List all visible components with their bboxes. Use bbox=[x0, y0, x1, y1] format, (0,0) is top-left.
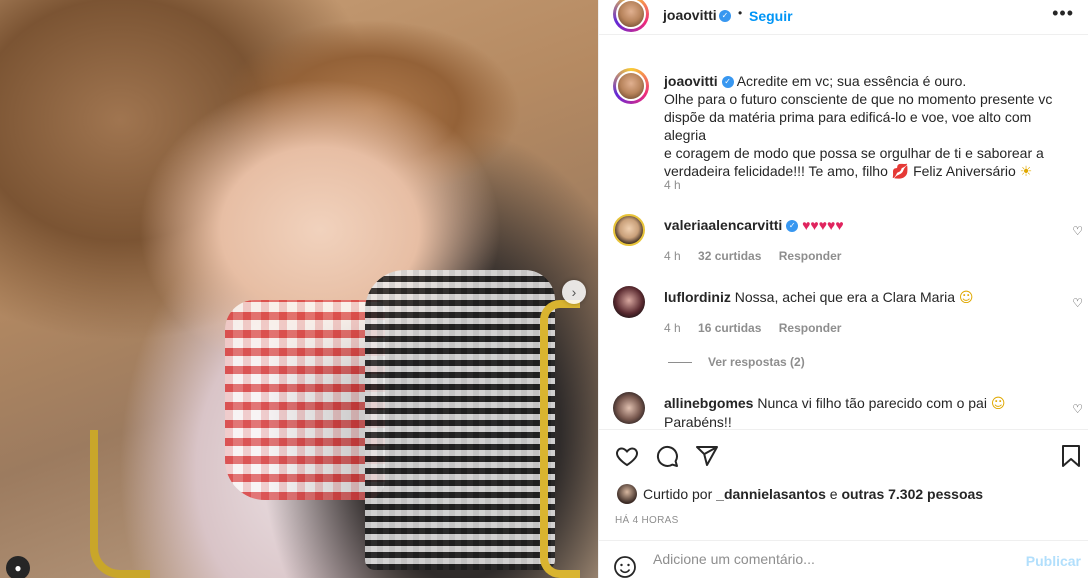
commenter-avatar[interactable] bbox=[613, 286, 645, 318]
comment-text-line-2: Parabéns!! bbox=[664, 414, 732, 429]
replies-line bbox=[668, 362, 692, 364]
reply-button[interactable]: Responder bbox=[779, 249, 842, 263]
comment-meta: 4 h 32 curtidas Responder bbox=[664, 249, 855, 263]
comment-likes[interactable]: 16 curtidas bbox=[698, 321, 761, 335]
verified-badge-icon: ✓ bbox=[719, 10, 731, 22]
comment-text: Nunca vi filho tão parecido com o pai bbox=[757, 395, 987, 411]
publish-button[interactable]: Publicar bbox=[1026, 553, 1081, 569]
comment-input[interactable] bbox=[653, 551, 1013, 567]
likes-prefix: Curtido por bbox=[643, 486, 713, 502]
view-replies-label: Ver respostas (2) bbox=[708, 355, 805, 369]
comments-list[interactable]: joaovitti ✓ Acredite em vc; sua essência… bbox=[599, 34, 1088, 429]
sun-icon: ☀ bbox=[1019, 164, 1033, 180]
likes-connector: e bbox=[829, 486, 838, 502]
verified-badge-icon: ✓ bbox=[721, 76, 734, 89]
comment-text: ♥♥♥♥♥ bbox=[802, 217, 844, 233]
separator-dot: • bbox=[738, 6, 743, 20]
comment-item: luflordiniz Nossa, achei que era a Clara… bbox=[664, 288, 1064, 307]
star-eyes-emoji-icon: ☺ bbox=[990, 396, 1006, 412]
caption-line-4: e coragem de modo que possa se orgulhar … bbox=[664, 145, 1044, 161]
caption-avatar[interactable] bbox=[613, 68, 649, 104]
view-replies-button[interactable]: Ver respostas (2) bbox=[668, 355, 805, 369]
add-comment-bar: Publicar bbox=[599, 540, 1088, 578]
photo-detail-swing-left bbox=[90, 430, 150, 578]
commenter-avatar[interactable] bbox=[613, 214, 645, 246]
comment-time[interactable]: 4 h bbox=[664, 249, 681, 263]
photo-detail-check bbox=[365, 270, 555, 570]
next-photo-chevron-icon[interactable]: › bbox=[562, 280, 586, 304]
comment-meta: 4 h 16 curtidas Responder bbox=[664, 321, 855, 335]
author-username[interactable]: joaovitti bbox=[663, 7, 717, 23]
caption-text: joaovitti ✓ Acredite em vc; sua essência… bbox=[664, 72, 1072, 181]
comment-like-heart-icon[interactable]: ♡ bbox=[1072, 402, 1083, 416]
caption-time[interactable]: 4 h bbox=[664, 178, 681, 192]
comment-item: allinebgomes Nunca vi filho tão parecido… bbox=[664, 394, 1064, 429]
likes-summary: Curtido por _dannielasantos e outras 7.3… bbox=[617, 484, 983, 504]
photo-detail-plaid bbox=[225, 300, 385, 500]
caption-line-1: Acredite em vc; sua essência é ouro. bbox=[736, 73, 967, 89]
post-side-panel: joaovitti ✓ • Seguir ••• joaovitti ✓ Acr… bbox=[598, 0, 1088, 578]
likes-count[interactable]: outras 7.302 pessoas bbox=[841, 486, 983, 502]
commenter-avatar[interactable] bbox=[613, 392, 645, 424]
tagged-user-icon[interactable]: ● bbox=[6, 556, 30, 578]
bookmark-icon[interactable] bbox=[1057, 442, 1085, 470]
kiss-lips-icon: 💋 bbox=[891, 164, 910, 180]
heart-icon[interactable] bbox=[613, 442, 641, 470]
caption-line-2: Olhe para o futuro consciente de que no … bbox=[664, 91, 1053, 107]
follow-button[interactable]: Seguir bbox=[749, 8, 793, 24]
post-header: joaovitti ✓ • Seguir ••• bbox=[599, 0, 1088, 33]
liker-avatar[interactable] bbox=[617, 484, 637, 504]
caption-line-3: dispõe da matéria prima para edificá-lo … bbox=[664, 109, 1032, 143]
post-photo[interactable]: › ● bbox=[0, 0, 598, 578]
post-actions-bar bbox=[599, 430, 1088, 480]
liker-username[interactable]: _dannielasantos bbox=[716, 486, 826, 502]
comment-time[interactable]: 4 h bbox=[664, 321, 681, 335]
comment-text: Nossa, achei que era a Clara Maria bbox=[734, 289, 956, 305]
reply-button[interactable]: Responder bbox=[779, 321, 842, 335]
post-date[interactable]: HÁ 4 HORAS bbox=[615, 515, 679, 526]
caption-line-5b: Feliz Aniversário bbox=[913, 163, 1016, 179]
comment-username[interactable]: luflordiniz bbox=[664, 289, 731, 305]
photo-detail-swing bbox=[540, 300, 580, 578]
paper-plane-icon[interactable] bbox=[693, 442, 721, 470]
caption-line-5: verdadeira felicidade!!! Te amo, filho bbox=[664, 163, 888, 179]
more-options-icon[interactable]: ••• bbox=[1052, 3, 1074, 24]
smiley-icon[interactable] bbox=[613, 555, 639, 578]
comment-like-heart-icon[interactable]: ♡ bbox=[1072, 224, 1083, 238]
comment-username[interactable]: allinebgomes bbox=[664, 395, 753, 411]
star-eyes-emoji-icon: ☺ bbox=[958, 290, 974, 306]
comment-icon[interactable] bbox=[653, 442, 681, 470]
comment-like-heart-icon[interactable]: ♡ bbox=[1072, 296, 1083, 310]
comment-item: valeriaalencarvitti ✓ ♥♥♥♥♥ bbox=[664, 216, 1064, 234]
comment-username[interactable]: valeriaalencarvitti bbox=[664, 217, 782, 233]
caption-username[interactable]: joaovitti bbox=[664, 73, 718, 89]
comment-likes[interactable]: 32 curtidas bbox=[698, 249, 761, 263]
author-avatar[interactable] bbox=[613, 0, 649, 32]
verified-badge-icon: ✓ bbox=[786, 220, 799, 233]
